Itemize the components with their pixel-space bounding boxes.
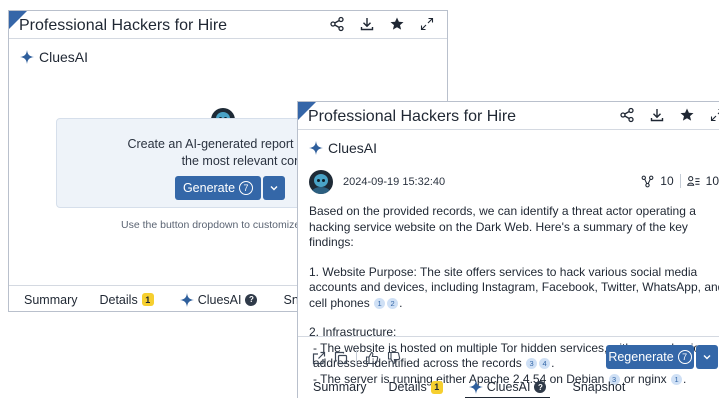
sparkle-icon	[20, 50, 34, 64]
panel-title: Professional Hackers for Hire	[308, 108, 517, 125]
report-timestamp: 2024-09-19 15:32:40	[343, 176, 446, 188]
download-icon[interactable]	[359, 16, 375, 32]
selectors-icon	[686, 175, 700, 186]
tab-cluesai[interactable]: CluesAI ?	[464, 375, 551, 398]
citation-ref[interactable]: 2	[387, 297, 399, 309]
metrics-divider	[679, 174, 681, 188]
tab-details[interactable]: Details 1	[99, 286, 154, 311]
tab-snapshot[interactable]: Snapshot	[572, 375, 625, 398]
selectors-count: 10	[705, 174, 719, 188]
assistant-heading: CluesAI	[309, 140, 377, 156]
report-meta-row: 2024-09-19 15:32:40 10 10	[309, 170, 719, 194]
report-actions-bar: Regenerate 7	[298, 336, 719, 376]
selector-count-badge: 7	[239, 181, 254, 195]
share-icon[interactable]	[619, 107, 635, 123]
citation-ref[interactable]: 1	[374, 297, 386, 309]
expand-icon[interactable]	[419, 16, 435, 32]
thumbs-down-icon[interactable]	[387, 351, 401, 365]
open-external-icon[interactable]	[312, 351, 326, 365]
actions-divider	[356, 350, 357, 366]
panel-titlebar: Professional Hackers for Hire	[298, 102, 719, 130]
assistant-heading: CluesAI	[20, 49, 88, 65]
sparkle-icon	[309, 141, 323, 155]
assistant-label: CluesAI	[328, 140, 378, 156]
thumbs-up-icon[interactable]	[365, 351, 379, 365]
finding-website-purpose: 1. Website Purpose: The site offers serv…	[309, 264, 719, 310]
help-icon: ?	[245, 293, 258, 306]
generate-button[interactable]: Generate 7	[175, 176, 261, 200]
chevron-down-icon	[270, 186, 278, 191]
panel-titlebar: Professional Hackers for Hire	[9, 11, 447, 39]
help-icon: ?	[534, 381, 547, 393]
share-icon[interactable]	[329, 16, 345, 32]
report-metrics: 10 10	[641, 174, 719, 188]
connections-count: 10	[660, 174, 674, 188]
tab-summary[interactable]: Summary	[24, 286, 77, 311]
download-icon[interactable]	[649, 107, 665, 123]
tab-details[interactable]: Details 1	[388, 375, 443, 398]
panel-title: Professional Hackers for Hire	[19, 17, 228, 34]
hacker-avatar-icon	[309, 170, 333, 194]
assistant-label: CluesAI	[39, 49, 89, 65]
dropdown-hint: Use the button dropdown to customize se	[121, 219, 315, 231]
details-count-badge: 1	[430, 380, 443, 394]
generate-dropdown-button[interactable]	[263, 176, 285, 200]
regenerate-dropdown-button[interactable]	[696, 345, 718, 369]
selector-count-badge: 7	[677, 350, 692, 364]
star-icon[interactable]	[679, 107, 695, 123]
connections-icon	[641, 175, 654, 187]
tab-cluesai[interactable]: CluesAI ?	[179, 286, 258, 311]
chevron-down-icon	[703, 355, 711, 360]
sparkle-icon	[179, 292, 194, 307]
report-panel-front: Professional Hackers for Hire CluesAI 20…	[297, 101, 719, 398]
copy-icon[interactable]	[334, 351, 348, 365]
expand-icon[interactable]	[709, 107, 719, 123]
details-count-badge: 1	[141, 293, 154, 306]
report-intro: Based on the provided records, we can id…	[309, 204, 696, 249]
regenerate-button[interactable]: Regenerate 7	[606, 345, 694, 369]
panel-tabs: Summary Details 1 CluesAI ? Snapshot	[298, 375, 719, 398]
star-icon[interactable]	[389, 16, 405, 32]
sparkle-icon	[468, 380, 483, 394]
tab-summary[interactable]: Summary	[313, 375, 366, 398]
